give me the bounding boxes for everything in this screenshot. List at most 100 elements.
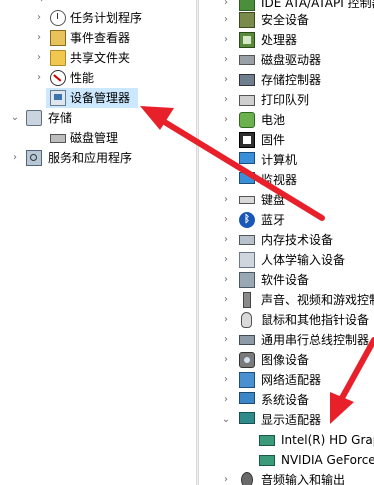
tree-item-label: 计算机: [261, 153, 298, 167]
print-queue-icon: [239, 95, 255, 106]
hid-icon: [239, 252, 255, 268]
chevron-right-icon[interactable]: ›: [9, 148, 21, 168]
imaging-device-icon: [239, 352, 255, 368]
tree-item-services-apps[interactable]: › 服务和应用程序: [0, 148, 196, 168]
chevron-right-icon[interactable]: ›: [220, 130, 232, 150]
chevron-right-icon[interactable]: ›: [220, 10, 232, 30]
tree-item-imaging[interactable]: › 图像设备: [199, 350, 374, 370]
chevron-right-icon[interactable]: ›: [220, 190, 232, 210]
gpu-icon: [259, 435, 275, 446]
tree-item-label: 人体学输入设备: [261, 253, 346, 267]
chevron-right-icon[interactable]: ›: [220, 470, 232, 485]
mouse-icon: [241, 312, 252, 328]
chevron-right-icon[interactable]: ›: [220, 150, 232, 170]
tree-item-monitors[interactable]: › 监视器: [199, 170, 374, 190]
tree-item-label: 任务计划程序: [70, 11, 143, 25]
tree-item-disk-drives[interactable]: › 磁盘驱动器: [199, 50, 374, 70]
tree-item-label: 存储: [48, 111, 73, 125]
tree-item-hid[interactable]: › 人体学输入设备: [199, 250, 374, 270]
chevron-right-icon[interactable]: ›: [33, 48, 45, 68]
tree-item-system-devices[interactable]: › 系统设备: [199, 390, 374, 410]
tree-item-intel-graphics[interactable]: Intel(R) HD Graphics: [199, 430, 374, 450]
tree-item-label: 软件设备: [261, 273, 310, 287]
tree-item-label: 设备管理器: [70, 91, 131, 105]
console-tree-pane: › › 任务计划程序 › 事件查看器 › 共享文件夹 › 性能 设备管理器 ⌄ …: [0, 0, 196, 485]
chevron-right-icon[interactable]: ›: [220, 370, 232, 390]
tree-item-storage-controllers[interactable]: › 存储控制器: [199, 70, 374, 90]
tree-item-task-scheduler[interactable]: › 任务计划程序: [0, 8, 196, 28]
tree-item-label: 声音、视频和游戏控制器: [261, 293, 374, 307]
chevron-right-icon[interactable]: ›: [220, 330, 232, 350]
tree-item-label: 共享文件夹: [70, 51, 131, 65]
tree-item-security[interactable]: › 安全设备: [199, 10, 374, 30]
tree-item-label: Intel(R) HD Graphics: [281, 433, 374, 447]
tree-item-keyboards[interactable]: › 键盘: [199, 190, 374, 210]
security-device-icon: [239, 12, 255, 28]
tree-item-mice[interactable]: › 鼠标和其他指针设备: [199, 310, 374, 330]
chevron-right-icon[interactable]: ›: [220, 250, 232, 270]
chevron-right-icon[interactable]: ›: [33, 68, 45, 88]
chevron-right-icon[interactable]: ›: [220, 290, 232, 310]
battery-icon: [239, 112, 255, 128]
tree-item-label: 通用串行总线控制器: [261, 333, 370, 347]
tree-item-storage[interactable]: ⌄ 存储: [0, 108, 196, 128]
disk-management-icon: [50, 134, 66, 143]
chevron-right-icon[interactable]: ›: [220, 270, 232, 290]
chevron-right-icon[interactable]: ›: [220, 70, 232, 90]
tree-item-label: 显示适配器: [261, 413, 322, 427]
tree-item-performance[interactable]: › 性能: [0, 68, 196, 88]
tree-item-print-queues[interactable]: › 打印队列: [199, 90, 374, 110]
chevron-right-icon[interactable]: ›: [220, 350, 232, 370]
chevron-right-icon[interactable]: ›: [220, 50, 232, 70]
tree-item-sound-video[interactable]: › 声音、视频和游戏控制器: [199, 290, 374, 310]
processor-icon: [239, 32, 255, 48]
device-manager-icon: [50, 90, 66, 106]
chevron-right-icon[interactable]: ›: [220, 230, 232, 250]
chevron-right-icon[interactable]: ›: [220, 30, 232, 50]
tree-item-disk-management[interactable]: 磁盘管理: [0, 128, 196, 148]
task-scheduler-icon: [50, 10, 66, 26]
tree-item-label: 磁盘管理: [70, 131, 119, 145]
chevron-right-icon[interactable]: ›: [33, 8, 45, 28]
chevron-right-icon[interactable]: ›: [220, 170, 232, 190]
tree-item-batteries[interactable]: › 电池: [199, 110, 374, 130]
chevron-right-icon[interactable]: ›: [220, 110, 232, 130]
tree-item-display-adapters[interactable]: ⌄ 显示适配器: [199, 410, 374, 430]
chevron-right-icon[interactable]: ›: [220, 210, 232, 230]
tree-item-label: 内存技术设备: [261, 233, 334, 247]
tree-item-processor[interactable]: › 处理器: [199, 30, 374, 50]
chevron-right-icon[interactable]: ›: [220, 390, 232, 410]
disk-drive-icon: [239, 55, 255, 65]
tree-item-label: 服务和应用程序: [48, 151, 133, 165]
tree-item-memory-tech[interactable]: › 内存技术设备: [199, 230, 374, 250]
network-adapter-icon: [239, 372, 255, 388]
chevron-right-icon[interactable]: ›: [33, 28, 45, 48]
tree-item-label: 电池: [261, 113, 286, 127]
chevron-down-icon[interactable]: ⌄: [9, 108, 21, 128]
tree-item-label: 固件: [261, 133, 286, 147]
tree-item-software-devices[interactable]: › 软件设备: [199, 270, 374, 290]
chevron-right-icon[interactable]: ›: [220, 90, 232, 110]
tree-item-usb[interactable]: › 通用串行总线控制器: [199, 330, 374, 350]
audio-io-icon: [241, 472, 253, 485]
tree-item-audio-io[interactable]: › 音频输入和输出: [199, 470, 374, 485]
display-adapter-icon: [239, 412, 255, 424]
tree-item-computer[interactable]: › 计算机: [199, 150, 374, 170]
bluetooth-icon: ᛒ: [239, 212, 255, 228]
chevron-right-icon[interactable]: ›: [220, 310, 232, 330]
event-viewer-icon: [50, 30, 66, 46]
tree-item-nvidia-geforce[interactable]: NVIDIA GeForce: [199, 450, 374, 470]
tree-item-shared-folders[interactable]: › 共享文件夹: [0, 48, 196, 68]
tree-item-label: 磁盘驱动器: [261, 53, 322, 67]
tree-item-bluetooth[interactable]: › ᛒ 蓝牙: [199, 210, 374, 230]
tree-item-label: 存储控制器: [261, 73, 322, 87]
tree-item-label: 鼠标和其他指针设备: [261, 313, 370, 327]
shared-folder-icon: [50, 50, 66, 66]
tree-item-firmware[interactable]: › 固件: [199, 130, 374, 150]
tree-item-device-manager[interactable]: 设备管理器: [46, 88, 138, 108]
tree-item-network[interactable]: › 网络适配器: [199, 370, 374, 390]
software-device-icon: [239, 272, 255, 288]
tree-item-label: NVIDIA GeForce: [281, 453, 374, 467]
tree-item-event-viewer[interactable]: › 事件查看器: [0, 28, 196, 48]
chevron-down-icon[interactable]: ⌄: [220, 410, 232, 430]
